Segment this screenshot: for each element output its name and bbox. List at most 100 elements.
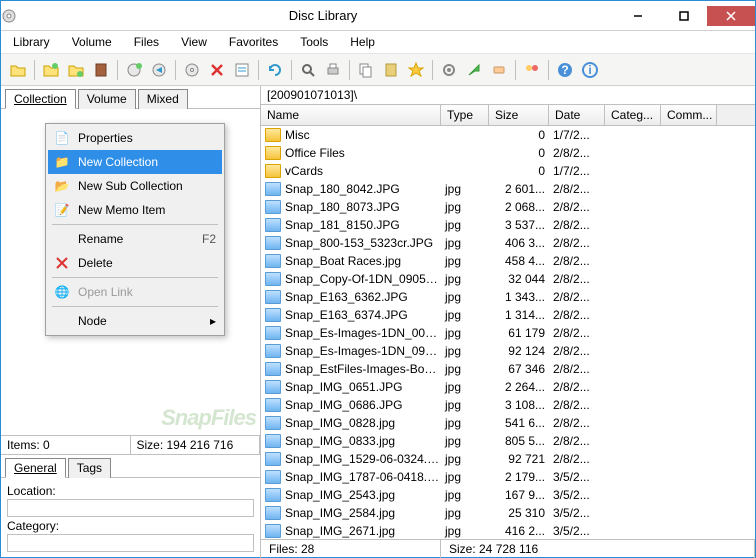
file-date: 2/8/2...	[553, 146, 609, 160]
file-name: Snap_IMG_2671.jpg	[285, 524, 445, 538]
tab-volume[interactable]: Volume	[78, 89, 136, 109]
file-list[interactable]: Misc01/7/2...Office Files02/8/2...vCards…	[261, 126, 755, 539]
watermark: SnapFiles	[161, 405, 256, 431]
open-folder-icon[interactable]	[7, 59, 29, 81]
category-field[interactable]	[7, 534, 254, 552]
file-row[interactable]: Snap_Es-Images-1DN_0023-...jpg61 1792/8/…	[261, 324, 755, 342]
column-name[interactable]: Name	[261, 105, 441, 125]
info-icon[interactable]: i	[579, 59, 601, 81]
file-row[interactable]: Snap_IMG_0833.jpgjpg805 5...2/8/2...	[261, 432, 755, 450]
new-collection-icon[interactable]	[40, 59, 62, 81]
print-icon[interactable]	[322, 59, 344, 81]
menu-item-new-sub-collection[interactable]: 📂New Sub Collection	[48, 174, 222, 198]
disc-add-icon[interactable]	[123, 59, 145, 81]
image-file-icon	[265, 470, 281, 484]
delete-icon[interactable]	[206, 59, 228, 81]
file-row[interactable]: Misc01/7/2...	[261, 126, 755, 144]
menu-volume[interactable]: Volume	[68, 33, 116, 51]
menu-favorites[interactable]: Favorites	[225, 33, 282, 51]
menu-library[interactable]: Library	[9, 33, 54, 51]
file-date: 2/8/2...	[553, 182, 609, 196]
file-type: jpg	[445, 488, 493, 502]
file-row[interactable]: Snap_IMG_0686.JPGjpg3 108...2/8/2...	[261, 396, 755, 414]
file-size: 2 264...	[493, 380, 553, 394]
category-label: Category:	[7, 519, 254, 533]
file-row[interactable]: Snap_IMG_2584.jpgjpg25 3103/5/2...	[261, 504, 755, 522]
file-row[interactable]: Snap_EstFiles-Images-Boat R...jpg67 3462…	[261, 360, 755, 378]
file-row[interactable]: Snap_IMG_1529-06-0324.JPGjpg92 7212/8/2.…	[261, 450, 755, 468]
column-date[interactable]: Date	[549, 105, 605, 125]
column-comm[interactable]: Comm...	[661, 105, 717, 125]
menu-help[interactable]: Help	[346, 33, 379, 51]
file-row[interactable]: Snap_800-153_5323cr.JPGjpg406 3...2/8/2.…	[261, 234, 755, 252]
paste-icon[interactable]	[380, 59, 402, 81]
new-sub-icon[interactable]	[65, 59, 87, 81]
tag-icon[interactable]	[488, 59, 510, 81]
menu-item-node[interactable]: Node▸	[48, 309, 222, 333]
props-icon: 📄	[54, 130, 70, 146]
run-icon[interactable]	[463, 59, 485, 81]
column-categ[interactable]: Categ...	[605, 105, 661, 125]
image-file-icon	[265, 308, 281, 322]
tab-general[interactable]: General	[5, 458, 66, 478]
file-name: Snap_IMG_1787-06-0418.JPG	[285, 470, 445, 484]
menu-view[interactable]: View	[177, 33, 211, 51]
column-size[interactable]: Size	[489, 105, 549, 125]
close-button[interactable]	[707, 6, 755, 26]
file-row[interactable]: Snap_IMG_1787-06-0418.JPGjpg2 179...3/5/…	[261, 468, 755, 486]
file-row[interactable]: Snap_180_8073.JPGjpg2 068...2/8/2...	[261, 198, 755, 216]
folder-icon	[265, 128, 281, 142]
image-file-icon	[265, 362, 281, 376]
file-row[interactable]: Office Files02/8/2...	[261, 144, 755, 162]
tab-collection[interactable]: Collection	[5, 89, 76, 109]
file-row[interactable]: Snap_Copy-Of-1DN_0905-06...jpg32 0442/8/…	[261, 270, 755, 288]
file-row[interactable]: Snap_Boat Races.jpgjpg458 4...2/8/2...	[261, 252, 755, 270]
menu-item-rename[interactable]: RenameF2	[48, 227, 222, 251]
file-row[interactable]: Snap_180_8042.JPGjpg2 601...2/8/2...	[261, 180, 755, 198]
menu-item-new-collection[interactable]: 📁New Collection	[48, 150, 222, 174]
users-icon[interactable]	[521, 59, 543, 81]
file-size: 2 179...	[493, 470, 553, 484]
file-row[interactable]: Snap_E163_6374.JPGjpg1 314...2/8/2...	[261, 306, 755, 324]
location-field[interactable]	[7, 499, 254, 517]
file-name: Snap_IMG_0686.JPG	[285, 398, 445, 412]
tab-tags[interactable]: Tags	[68, 458, 111, 478]
file-size: 167 9...	[493, 488, 553, 502]
file-name: Snap_IMG_0828.jpg	[285, 416, 445, 430]
file-row[interactable]: Snap_IMG_2671.jpgjpg416 2...3/5/2...	[261, 522, 755, 539]
help-icon[interactable]: ?	[554, 59, 576, 81]
properties-icon[interactable]	[231, 59, 253, 81]
copy-icon[interactable]	[355, 59, 377, 81]
file-name: vCards	[285, 164, 445, 178]
menu-files[interactable]: Files	[130, 33, 163, 51]
refresh-icon[interactable]	[264, 59, 286, 81]
file-row[interactable]: Snap_IMG_2543.jpgjpg167 9...3/5/2...	[261, 486, 755, 504]
file-row[interactable]: Snap_IMG_0651.JPGjpg2 264...2/8/2...	[261, 378, 755, 396]
maximize-button[interactable]	[661, 6, 707, 26]
file-size: 25 310	[493, 506, 553, 520]
disc-back-icon[interactable]	[148, 59, 170, 81]
minimize-button[interactable]	[615, 6, 661, 26]
file-row[interactable]: Snap_Es-Images-1DN_0905-...jpg92 1242/8/…	[261, 342, 755, 360]
disc-icon[interactable]	[181, 59, 203, 81]
main-toolbar: ? i	[1, 54, 755, 86]
menu-tools[interactable]: Tools	[296, 33, 332, 51]
file-row[interactable]: vCards01/7/2...	[261, 162, 755, 180]
favorite-icon[interactable]	[405, 59, 427, 81]
file-row[interactable]: Snap_181_8150.JPGjpg3 537...2/8/2...	[261, 216, 755, 234]
folder-icon	[265, 164, 281, 178]
menu-item-delete[interactable]: Delete	[48, 251, 222, 275]
menu-item-properties[interactable]: 📄Properties	[48, 126, 222, 150]
column-type[interactable]: Type	[441, 105, 489, 125]
search-icon[interactable]	[297, 59, 319, 81]
tab-mixed[interactable]: Mixed	[138, 89, 188, 109]
book-icon[interactable]	[90, 59, 112, 81]
collection-tree[interactable]: SnapFiles 📄Properties📁New Collection📂New…	[1, 109, 260, 436]
image-file-icon	[265, 290, 281, 304]
image-file-icon	[265, 452, 281, 466]
file-row[interactable]: Snap_E163_6362.JPGjpg1 343...2/8/2...	[261, 288, 755, 306]
gear-icon[interactable]	[438, 59, 460, 81]
menu-item-new-memo-item[interactable]: 📝New Memo Item	[48, 198, 222, 222]
file-row[interactable]: Snap_IMG_0828.jpgjpg541 6...2/8/2...	[261, 414, 755, 432]
window-title: Disc Library	[31, 8, 615, 23]
